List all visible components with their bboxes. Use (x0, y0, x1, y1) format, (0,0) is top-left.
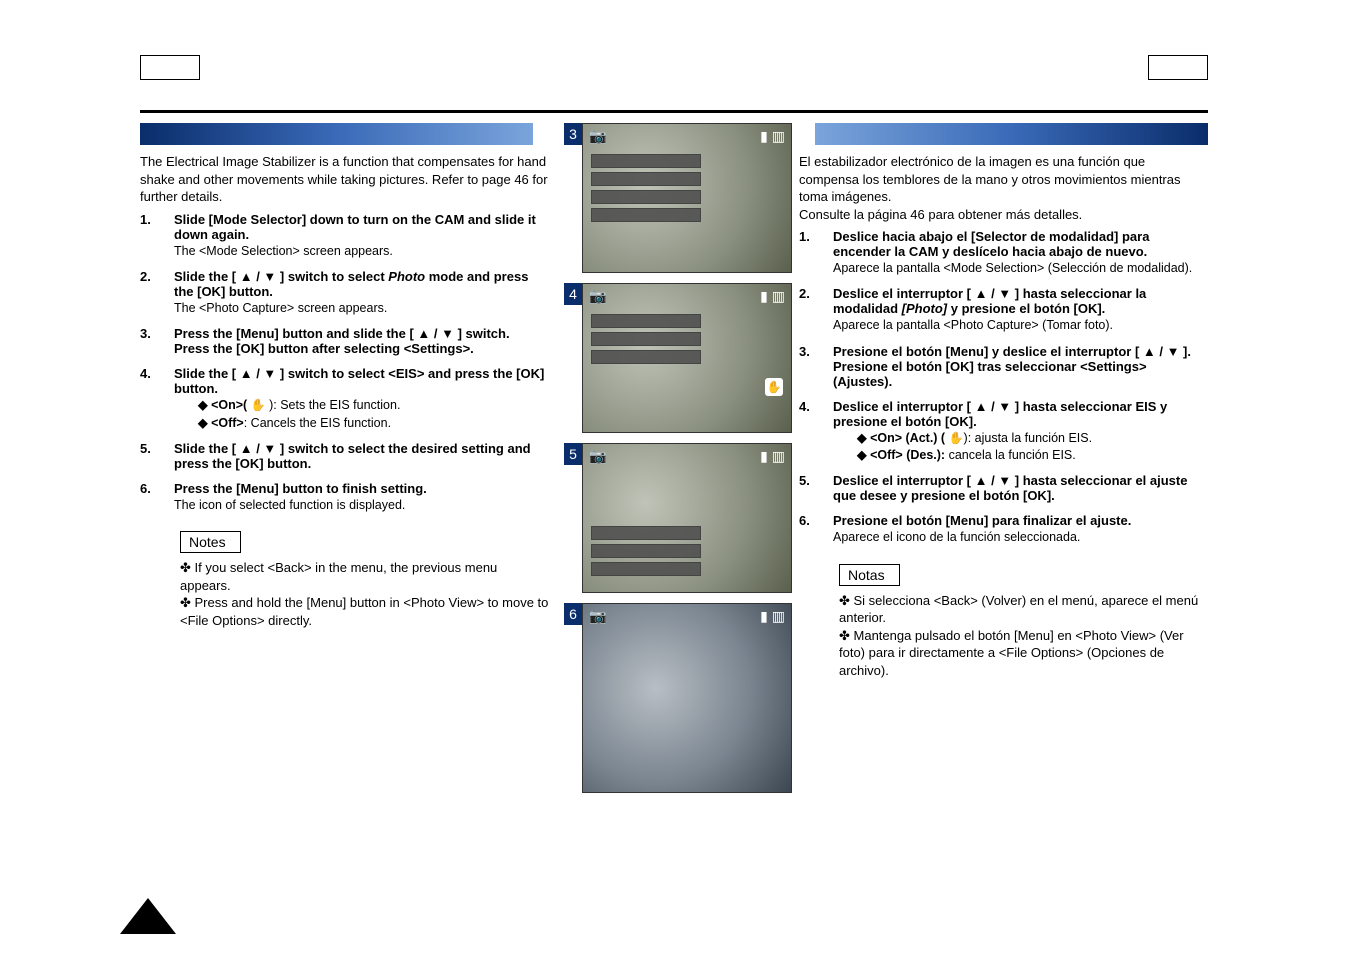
right-step-2: Deslice el interruptor [ ▲ / ▼ ] hasta s… (799, 286, 1208, 333)
left-step-5-title: Slide the [ ▲ / ▼ ] switch to select the… (174, 441, 531, 471)
right-column: El estabilizador electrónico de la image… (789, 123, 1208, 793)
panel-5: 📷 ▮ ▥ (582, 443, 792, 593)
left-banner (140, 123, 533, 145)
right-step-6-sub: Aparece el icono de la función seleccion… (833, 529, 1208, 545)
card-battery-icon: ▮ ▥ (760, 608, 785, 625)
card-battery-icon: ▮ ▥ (760, 448, 785, 465)
right-notes-body: ✤ Si selecciona <Back> (Volver) en el me… (839, 592, 1208, 680)
right-steps-list: Deslice hacia abajo el [Selector de moda… (799, 229, 1208, 546)
left-notes-label: Notes (180, 531, 241, 553)
panel-5-number: 5 (564, 443, 582, 465)
right-step-3-title: Presione el botón [Menu] y deslice el in… (833, 344, 1191, 389)
right-step-5: Deslice el interruptor [ ▲ / ▼ ] hasta s… (799, 473, 1208, 503)
eis-hand-icon: ✋ (251, 398, 266, 414)
left-step-5: Slide the [ ▲ / ▼ ] switch to select the… (140, 441, 549, 471)
panel-6-number: 6 (564, 603, 582, 625)
right-step-1-title: Deslice hacia abajo el [Selector de moda… (833, 229, 1149, 259)
menu-row (591, 172, 701, 186)
left-column: The Electrical Image Stabilizer is a fun… (140, 123, 559, 793)
right-step-5-title: Deslice el interruptor [ ▲ / ▼ ] hasta s… (833, 473, 1187, 503)
left-intro: The Electrical Image Stabilizer is a fun… (140, 153, 549, 206)
panel-5-menu (591, 526, 701, 576)
right-step-4-title: Deslice el interruptor [ ▲ / ▼ ] hasta s… (833, 399, 1167, 429)
panel-4-wrap: 4 📷 ▮ ▥ ✋ (582, 283, 784, 433)
left-step-4-on-rest: ): Sets the EIS function. (266, 398, 401, 412)
page-header-box-left (140, 55, 200, 80)
left-notes-body: ✤ If you select <Back> in the menu, the … (180, 559, 549, 629)
right-step-6-title: Presione el botón [Menu] para finalizar … (833, 513, 1131, 528)
panel-4: 📷 ▮ ▥ ✋ (582, 283, 792, 433)
panel-6: 📷 ▮ ▥ (582, 603, 792, 793)
left-step-3: Press the [Menu] button and slide the [ … (140, 326, 549, 356)
right-step-4-off-rest: cancela la función EIS. (945, 448, 1076, 462)
right-intro: El estabilizador electrónico de la image… (799, 153, 1208, 223)
center-image-strip: 3 📷 ▮ ▥ 4 📷 ▮ ▥ (559, 123, 789, 793)
menu-row (591, 332, 701, 346)
camera-icon: 📷 (589, 128, 606, 145)
right-step-4: Deslice el interruptor [ ▲ / ▼ ] hasta s… (799, 399, 1208, 464)
right-notes-label: Notas (839, 564, 900, 586)
left-step-1-title: Slide [Mode Selector] down to turn on th… (174, 212, 536, 242)
left-step-2-sub: The <Photo Capture> screen appears. (174, 300, 549, 316)
right-banner (815, 123, 1208, 145)
right-step-4-off-label: ◆ <Off> (Des.): (857, 448, 945, 462)
right-step-2-sub: Aparece la pantalla <Photo Capture> (Tom… (833, 317, 1208, 333)
left-step-4-on-label: ◆ <On>( (198, 398, 251, 412)
menu-row (591, 544, 701, 558)
left-step-3-title: Press the [Menu] button and slide the [ … (174, 326, 510, 356)
panel-6-wrap: 6 📷 ▮ ▥ (582, 603, 784, 793)
panel-5-wrap: 5 📷 ▮ ▥ (582, 443, 784, 593)
left-step-6-title: Press the [Menu] button to finish settin… (174, 481, 427, 496)
left-step-1: Slide [Mode Selector] down to turn on th… (140, 212, 549, 259)
right-step-3: Presione el botón [Menu] y deslice el in… (799, 344, 1208, 389)
left-step-2-em: Photo (388, 269, 425, 284)
panel-3: 📷 ▮ ▥ (582, 123, 792, 273)
menu-row (591, 562, 701, 576)
right-step-1-sub: Aparece la pantalla <Mode Selection> (Se… (833, 260, 1208, 276)
left-step-2-pre: Slide the [ ▲ / ▼ ] switch to select (174, 269, 388, 284)
right-step-6: Presione el botón [Menu] para finalizar … (799, 513, 1208, 545)
left-step-1-sub: The <Mode Selection> screen appears. (174, 243, 549, 259)
menu-row (591, 208, 701, 222)
card-battery-icon: ▮ ▥ (760, 128, 785, 145)
menu-row (591, 154, 701, 168)
page-up-triangle-icon (120, 898, 176, 934)
right-step-2-em: [Photo] (902, 301, 947, 316)
page-header-box-right (1148, 55, 1208, 80)
eis-hand-icon: ✋ (949, 431, 964, 447)
card-battery-icon: ▮ ▥ (760, 288, 785, 305)
left-step-4-title: Slide the [ ▲ / ▼ ] switch to select <EI… (174, 366, 544, 396)
two-column-layout: The Electrical Image Stabilizer is a fun… (140, 123, 1208, 793)
eis-hand-icon: ✋ (765, 378, 783, 396)
panel-3-wrap: 3 📷 ▮ ▥ (582, 123, 784, 273)
panel-4-number: 4 (564, 283, 582, 305)
left-step-2: Slide the [ ▲ / ▼ ] switch to select Pho… (140, 269, 549, 316)
left-step-4: Slide the [ ▲ / ▼ ] switch to select <EI… (140, 366, 549, 431)
left-steps-list: Slide [Mode Selector] down to turn on th… (140, 212, 549, 514)
right-step-2-post: y presione el botón [OK]. (947, 301, 1105, 316)
menu-row (591, 314, 701, 328)
camera-icon: 📷 (589, 448, 606, 465)
panel-3-number: 3 (564, 123, 582, 145)
top-divider (140, 110, 1208, 113)
left-step-4-off-rest: : Cancels the EIS function. (244, 416, 391, 430)
right-step-4-on-label: ◆ <On> (Act.) ( (857, 431, 949, 445)
right-step-1: Deslice hacia abajo el [Selector de moda… (799, 229, 1208, 276)
menu-row (591, 190, 701, 204)
camera-icon: 📷 (589, 288, 606, 305)
right-step-4-on-rest: ): ajusta la función EIS. (964, 431, 1093, 445)
left-step-6-sub: The icon of selected function is display… (174, 497, 549, 513)
panel-3-menu (591, 154, 701, 222)
left-step-4-off-label: ◆ <Off> (198, 416, 244, 430)
menu-row (591, 350, 701, 364)
menu-row (591, 526, 701, 540)
camera-icon: 📷 (589, 608, 606, 625)
left-step-6: Press the [Menu] button to finish settin… (140, 481, 549, 513)
panel-4-menu (591, 314, 701, 364)
